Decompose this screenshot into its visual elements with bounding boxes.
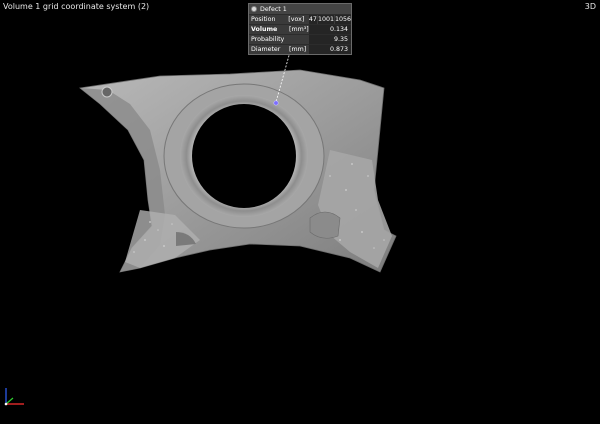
position-z: 1056: [334, 15, 351, 24]
orientation-axes-icon: [4, 388, 24, 406]
position-row: Position [vox] 47 1001 1056: [249, 14, 351, 24]
defect-info-popup[interactable]: Defect 1 Position [vox] 47 1001 1056 Vol…: [248, 3, 352, 55]
volume-unit: [mm³]: [289, 26, 309, 33]
defect-icon: [251, 6, 257, 12]
volume-label: Volume: [251, 26, 278, 33]
position-label: Position: [251, 16, 276, 23]
diameter-unit: [mm]: [289, 46, 307, 53]
axis-origin: [4, 402, 8, 406]
probability-row: Probability 9.35: [249, 34, 351, 44]
part-notch-2: [309, 211, 341, 239]
diameter-value: 0.873: [309, 45, 351, 54]
axis-y: [5, 397, 14, 405]
ct-volume-render[interactable]: [0, 0, 600, 424]
probability-label: Probability: [251, 36, 285, 43]
diameter-label: Diameter: [251, 46, 281, 53]
position-x: 47: [308, 15, 317, 24]
probability-value: 9.35: [309, 35, 351, 44]
3d-viewport[interactable]: Volume 1 grid coordinate system (2) 3D D…: [0, 0, 600, 424]
position-y: 1001: [317, 15, 334, 24]
volume-value: 0.134: [309, 25, 351, 34]
popup-title: Defect 1: [260, 5, 287, 13]
part-bore-hole: [192, 104, 296, 208]
diameter-row: Diameter [mm] 0.873: [249, 44, 351, 54]
popup-header: Defect 1: [249, 4, 351, 14]
position-unit: [vox]: [288, 16, 305, 23]
defect-marker: [273, 100, 279, 106]
volume-row: Volume [mm³] 0.134: [249, 24, 351, 34]
part-small-hole: [101, 86, 113, 98]
